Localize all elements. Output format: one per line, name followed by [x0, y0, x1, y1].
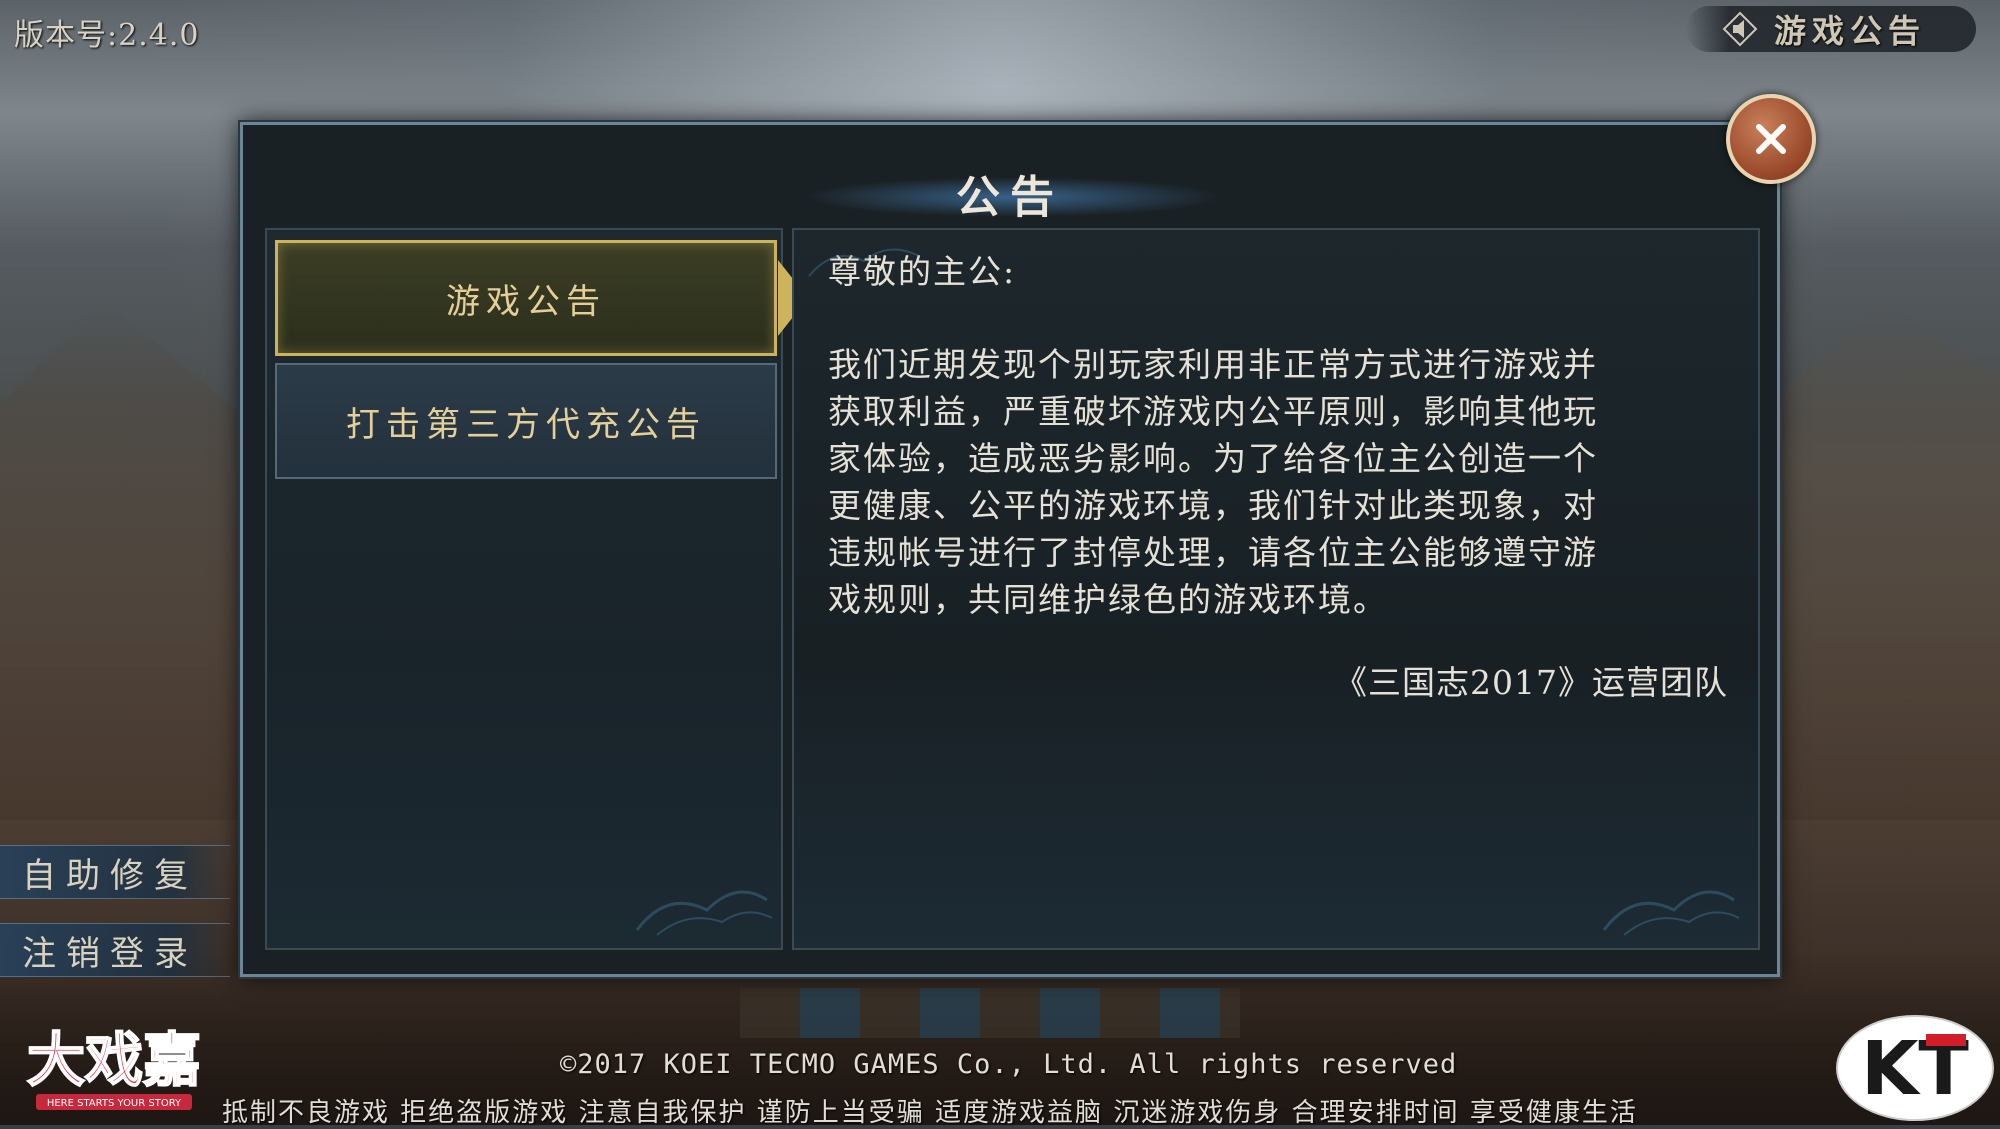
close-button[interactable]: [1726, 94, 1816, 184]
game-notice-button[interactable]: 游戏公告: [1686, 6, 1976, 52]
cloud-ornament-icon: [635, 890, 773, 936]
notice-line: 获取利益，严重破坏游戏内公平原则，影响其他玩: [828, 392, 1598, 431]
announcement-dialog: 公告 游戏公告 打击第三方代充公告 尊敬的主公: 我们近期发现个别玩家利用非正常…: [240, 122, 1780, 977]
logout-button[interactable]: 注销登录: [0, 923, 230, 977]
notice-greeting: 尊敬的主公:: [828, 252, 1017, 291]
copyright-text: ©2017 KOEI TECMO GAMES Co., Ltd. All rig…: [560, 1049, 1458, 1080]
self-repair-button[interactable]: 自助修复: [0, 845, 230, 899]
publisher-logo: 大戏嘉 HERE STARTS YOUR STORY: [14, 1018, 214, 1118]
dialog-title: 公告: [956, 172, 1064, 223]
notice-signature: 《三国志2017》运营团队: [1334, 663, 1728, 702]
notice-tab-list: 游戏公告 打击第三方代充公告: [265, 228, 808, 950]
koei-tecmo-logo: KT: [1834, 1014, 1996, 1122]
background-stage: [740, 988, 1240, 1038]
speaker-icon: [1722, 11, 1758, 47]
version-label: 版本号:2.4.0: [14, 18, 200, 53]
notice-line: 更健康、公平的游戏环境，我们针对此类现象，对: [828, 486, 1598, 525]
notice-line: 戏规则，共同维护绿色的游戏环境。: [828, 580, 1388, 619]
cloud-ornament-icon: [1602, 890, 1740, 936]
notice-content: 尊敬的主公: 我们近期发现个别玩家利用非正常方式进行游戏并 获取利益，严重破坏游…: [828, 248, 1728, 706]
tab-third-party-recharge-notice[interactable]: 打击第三方代充公告: [275, 363, 777, 479]
publisher-logo-text: 大戏嘉: [27, 1026, 201, 1094]
notice-line: 我们近期发现个别玩家利用非正常方式进行游戏并: [828, 345, 1598, 384]
tab-game-notice[interactable]: 游戏公告: [275, 240, 808, 356]
close-icon: [1756, 124, 1786, 154]
notice-content-panel: 尊敬的主公: 我们近期发现个别玩家利用非正常方式进行游戏并 获取利益，严重破坏游…: [792, 228, 1760, 950]
health-gaming-notice: 抵制不良游戏 拒绝盗版游戏 注意自我保护 谨防上当受骗 适度游戏益脑 沉迷游戏伤…: [222, 1098, 1638, 1128]
game-notice-label: 游戏公告: [1774, 12, 1927, 50]
notice-body: 我们近期发现个别玩家利用非正常方式进行游戏并 获取利益，严重破坏游戏内公平原则，…: [828, 341, 1728, 623]
cloud-ornament-icon: [808, 248, 920, 277]
notice-line: 违规帐号进行了封停处理，请各位主公能够遵守游: [828, 533, 1598, 572]
notice-line: 家体验，造成恶劣影响。为了给各位主公创造一个: [828, 439, 1598, 478]
publisher-logo-tagline: HERE STARTS YOUR STORY: [47, 1098, 182, 1109]
